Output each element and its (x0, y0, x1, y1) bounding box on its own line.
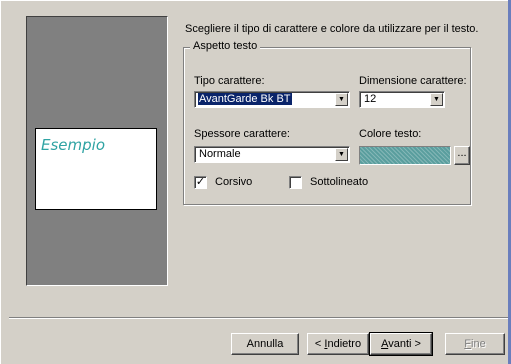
preview-panel: Esempio (26, 16, 168, 286)
finish-button[interactable]: Fine (445, 333, 505, 355)
underline-checkbox[interactable] (289, 176, 302, 189)
footer-separator (9, 317, 509, 319)
chevron-down-icon[interactable]: ▼ (335, 148, 348, 161)
group-title: Aspetto testo (190, 40, 261, 52)
font-size-select[interactable]: 12 ▼ (359, 91, 445, 108)
next-button[interactable]: Avanti > (369, 332, 433, 356)
font-type-value: AvantGarde Bk BT (198, 93, 292, 105)
font-weight-select[interactable]: Normale ▼ (194, 146, 350, 163)
italic-checkbox[interactable]: ✓ (194, 176, 207, 189)
finish-button-label: Fine (464, 338, 486, 350)
color-picker-label: ... (457, 147, 467, 159)
wizard-dialog: Esempio Scegliere il tipo di carattere e… (0, 0, 511, 364)
italic-label: Corsivo (215, 176, 253, 188)
cancel-button[interactable]: Annulla (231, 333, 299, 355)
back-button-label: < Indietro (314, 338, 362, 350)
preview-sample-text: Esempio (41, 136, 105, 154)
back-button[interactable]: < Indietro (307, 333, 369, 355)
font-weight-value: Normale (199, 148, 241, 160)
next-button-label: Avanti > (381, 338, 421, 350)
text-color-swatch[interactable] (359, 146, 451, 165)
font-size-value: 12 (364, 93, 377, 105)
checkmark-icon: ✓ (195, 176, 206, 188)
text-appearance-group: Aspetto testo Tipo carattere: AvantGarde… (183, 40, 471, 205)
chevron-down-icon[interactable]: ▼ (430, 93, 443, 106)
underline-label: Sottolineato (310, 176, 369, 188)
font-weight-label: Spessore carattere: (194, 128, 290, 140)
color-picker-button[interactable]: ... (454, 146, 470, 165)
instruction-text: Scegliere il tipo di carattere e colore … (185, 23, 479, 35)
font-size-label: Dimensione carattere: (359, 75, 467, 87)
chevron-down-icon[interactable]: ▼ (335, 93, 348, 106)
font-type-label: Tipo carattere: (194, 75, 265, 87)
text-color-label: Colore testo: (359, 128, 422, 140)
preview-sample-box: Esempio (35, 128, 157, 210)
font-type-select[interactable]: AvantGarde Bk BT ▼ (194, 91, 350, 108)
cancel-button-label: Annulla (246, 338, 284, 350)
